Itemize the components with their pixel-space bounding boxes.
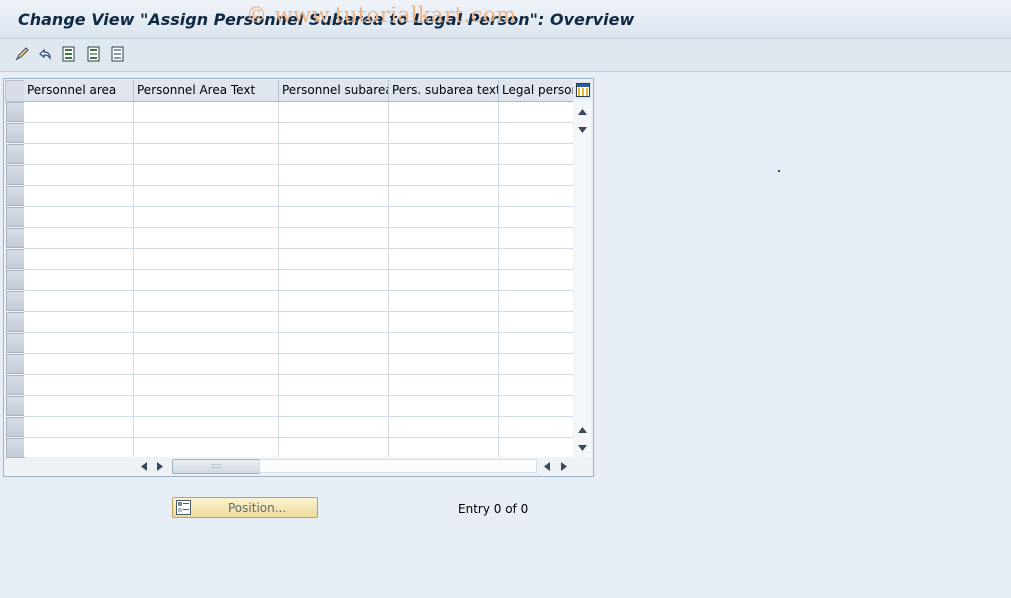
horizontal-scrollbar[interactable]: :::: [133, 459, 573, 474]
column-header-personnel-area[interactable]: Personnel area [24, 80, 134, 101]
table-row[interactable] [24, 312, 573, 333]
table-row[interactable] [24, 144, 573, 165]
application-toolbar [0, 39, 1011, 72]
scroll-right-icon[interactable] [153, 459, 167, 473]
scroll-up-icon[interactable] [574, 122, 591, 138]
horizontal-scroll-thumb[interactable]: :::: [172, 459, 260, 474]
scroll-right-end-icon[interactable] [557, 459, 571, 473]
row-selector[interactable] [6, 375, 25, 395]
horizontal-scroll-track[interactable] [259, 459, 537, 473]
row-selector[interactable] [6, 249, 25, 269]
scroll-left-end-icon[interactable] [540, 459, 554, 473]
table-row[interactable] [24, 291, 573, 312]
position-button-label: Position... [228, 501, 287, 515]
vertical-scrollbar[interactable] [574, 102, 591, 457]
table-row[interactable] [24, 228, 573, 249]
select-all-rows-corner[interactable] [5, 80, 25, 102]
table-row[interactable] [24, 165, 573, 186]
row-selector[interactable] [6, 123, 25, 143]
table-row[interactable] [24, 438, 573, 457]
row-selector[interactable] [6, 438, 25, 458]
table-row[interactable] [24, 396, 573, 417]
table-row[interactable] [24, 333, 573, 354]
select-all-icon[interactable] [61, 46, 77, 62]
entry-count-text: Entry 0 of 0 [458, 502, 529, 516]
row-selector[interactable] [6, 312, 25, 332]
table-row[interactable] [24, 354, 573, 375]
edit-pencil-icon[interactable] [14, 46, 30, 62]
row-selector[interactable] [6, 144, 25, 164]
undo-icon[interactable] [37, 46, 53, 62]
table-row[interactable] [24, 375, 573, 396]
position-button[interactable]: Position... [172, 497, 318, 518]
position-icon [176, 500, 191, 518]
row-selector[interactable] [6, 333, 25, 353]
column-header-legal-person[interactable]: Legal person [499, 80, 573, 101]
row-selector[interactable] [6, 102, 25, 122]
row-selector[interactable] [6, 417, 25, 437]
row-selector[interactable] [6, 186, 25, 206]
row-selector[interactable] [6, 165, 25, 185]
table-row[interactable] [24, 417, 573, 438]
table-header: Personnel area Personnel Area Text Perso… [24, 80, 573, 102]
table-row[interactable] [24, 186, 573, 207]
scroll-down-icon[interactable] [574, 422, 591, 438]
column-header-pers-subarea-text[interactable]: Pers. subarea text [389, 80, 499, 101]
row-selector[interactable] [6, 291, 25, 311]
row-selector[interactable] [6, 207, 25, 227]
stray-pixel [778, 170, 780, 172]
row-selector[interactable] [6, 270, 25, 290]
row-selector[interactable] [6, 396, 25, 416]
table-row[interactable] [24, 270, 573, 291]
table-row[interactable] [24, 102, 573, 123]
deselect-all-icon[interactable] [110, 46, 126, 62]
row-selector[interactable] [6, 354, 25, 374]
scroll-page-down-icon[interactable] [574, 440, 591, 456]
table-row[interactable] [24, 123, 573, 144]
row-selector[interactable] [6, 228, 25, 248]
column-configuration-icon[interactable] [574, 81, 591, 99]
column-header-personnel-area-text[interactable]: Personnel Area Text [134, 80, 279, 101]
table-body [24, 102, 573, 457]
table-row[interactable] [24, 249, 573, 270]
scroll-page-up-icon[interactable] [574, 104, 591, 120]
row-selector-column [5, 80, 25, 458]
select-block-icon[interactable] [86, 46, 102, 62]
column-header-personnel-subarea[interactable]: Personnel subarea [279, 80, 389, 101]
table-control: Personnel area Personnel Area Text Perso… [3, 78, 594, 477]
table-row[interactable] [24, 207, 573, 228]
scroll-left-icon[interactable] [137, 459, 151, 473]
watermark-text: © www.tutorialkart.com [246, 3, 517, 27]
